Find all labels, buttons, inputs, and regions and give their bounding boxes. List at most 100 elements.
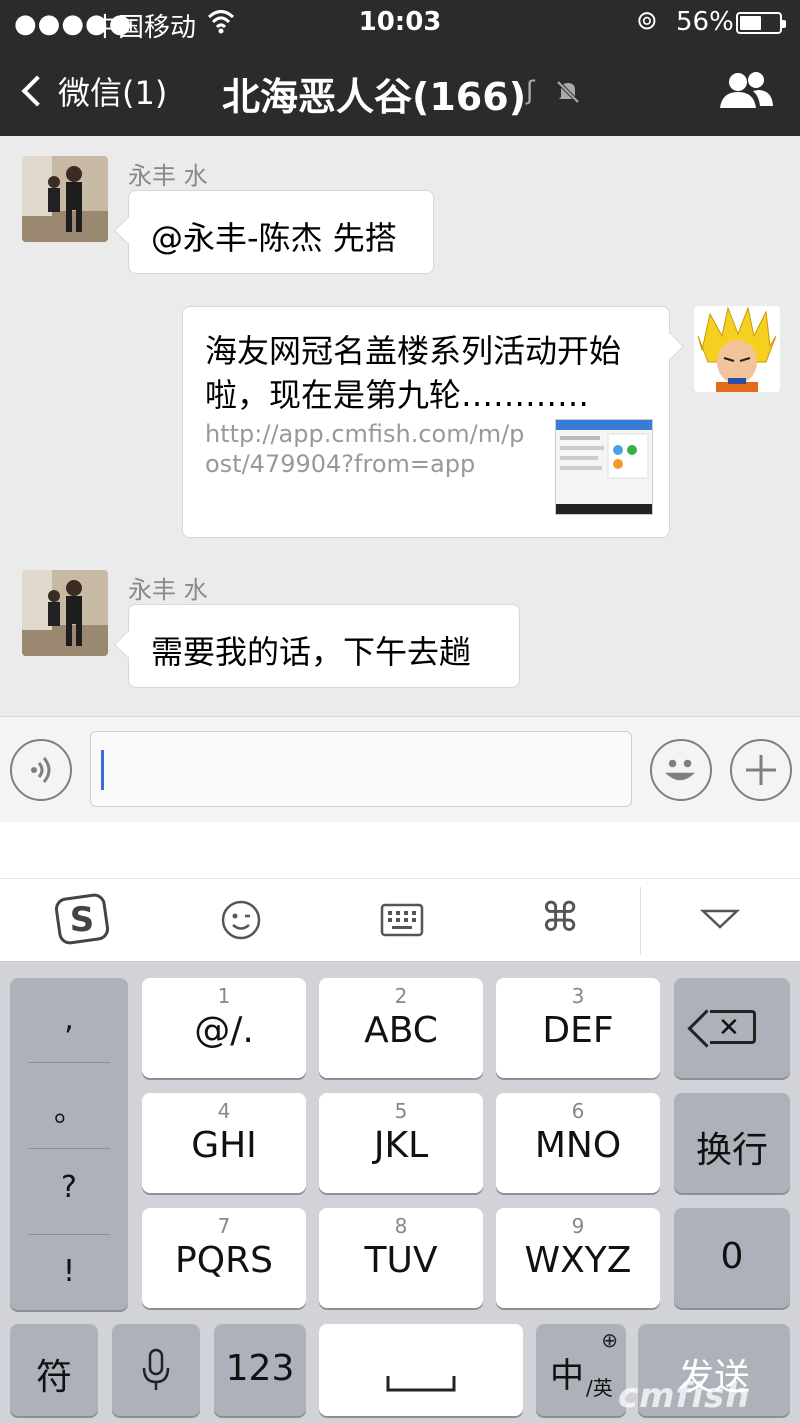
status-bar: ●●●●● 中国移动 10:03 ⊚ 56% <box>0 0 800 44</box>
battery-nub <box>782 20 786 28</box>
thumbnail-image <box>556 420 652 514</box>
punctuation-column[interactable]: , 。 ? ! <box>10 978 128 1310</box>
key-1[interactable]: 1 @/. <box>142 978 306 1078</box>
key-digit: 1 <box>217 984 231 1008</box>
voice-input-button[interactable] <box>10 739 72 801</box>
voice-key[interactable] <box>112 1324 200 1416</box>
battery-fill <box>740 16 761 30</box>
delete-key[interactable]: ✕ <box>674 978 790 1078</box>
key-letters: GHI <box>191 1125 257 1166</box>
key-6[interactable]: 6 MNO <box>496 1093 660 1193</box>
link-thumbnail <box>555 419 653 515</box>
punct-exclaim-key[interactable]: ! <box>10 1254 128 1289</box>
key-digit: 2 <box>394 984 408 1008</box>
avatar-photo <box>22 156 108 242</box>
link-card[interactable]: 海友网冠名盖楼系列活动开始啦，现在是第九轮………… http://app.cmf… <box>182 306 670 538</box>
command-icon[interactable]: ⌘ <box>540 895 580 941</box>
collapse-keyboard-icon[interactable] <box>700 907 740 931</box>
language-main: 中 <box>550 1356 584 1396</box>
chat-title: 北海恶人谷(166) <box>222 75 527 119</box>
toolbar-divider <box>640 887 641 955</box>
message-text: 需要我的话，下午去趟 <box>151 633 472 671</box>
input-bar <box>0 716 800 822</box>
emoji-icon <box>665 759 696 781</box>
symbols-label: 符 <box>35 1357 72 1398</box>
plus-icon <box>746 755 776 785</box>
backspace-icon: ✕ <box>710 1010 756 1044</box>
key-7[interactable]: 7 PQRS <box>142 1208 306 1308</box>
symbols-key[interactable]: 符 <box>10 1324 98 1416</box>
language-sub: /英 <box>586 1376 613 1400</box>
message-bubble[interactable]: 需要我的话，下午去趟 <box>128 604 520 688</box>
keyboard: , 。 ? ! 1 @/. 2 ABC 3 DEF ✕ 4 GHI 5 JKL … <box>0 962 800 1423</box>
key-letters: WXYZ <box>524 1240 632 1281</box>
keyboard-icon[interactable] <box>380 903 424 937</box>
muted-bell-icon <box>556 80 580 104</box>
avatar-photo <box>22 570 108 656</box>
newline-label: 换行 <box>695 1130 768 1171</box>
svg-text:S: S <box>70 900 95 940</box>
nav-bar: 微信(1) 北海恶人谷(166) ʃ <box>0 44 800 136</box>
chat-area[interactable]: 永丰 水 @永丰-陈杰 先搭 海友网冠名盖楼系列活动开始啦，现在是第九轮…………… <box>0 136 800 716</box>
key-letters: PQRS <box>175 1240 273 1281</box>
text-cursor <box>101 750 104 790</box>
punct-separator <box>28 1234 110 1235</box>
avatar-cartoon <box>694 306 780 392</box>
key-letters: ABC <box>364 1010 438 1051</box>
globe-icon: ⊕ <box>601 1328 618 1352</box>
avatar[interactable] <box>22 156 108 242</box>
my-avatar[interactable] <box>694 306 780 392</box>
numbers-label: 123 <box>225 1348 295 1389</box>
message-text: @永丰-陈杰 先搭 <box>151 219 397 257</box>
key-digit: 6 <box>571 1099 585 1123</box>
group-members-icon[interactable] <box>718 70 774 110</box>
key-digit: 5 <box>394 1099 408 1123</box>
punct-question-key[interactable]: ? <box>10 1170 128 1205</box>
voice-input-icon <box>31 757 51 783</box>
message-input[interactable] <box>90 731 632 807</box>
sogou-logo-icon[interactable]: S <box>54 891 110 947</box>
punct-period-key[interactable]: 。 <box>10 1086 128 1130</box>
key-4[interactable]: 4 GHI <box>142 1093 306 1193</box>
battery-percent: 56% <box>676 7 734 37</box>
key-2[interactable]: 2 ABC <box>319 978 483 1078</box>
watermark: cmfish <box>618 1376 751 1416</box>
key-3[interactable]: 3 DEF <box>496 978 660 1078</box>
orientation-lock-icon: ⊚ <box>636 6 658 36</box>
key-8[interactable]: 8 TUV <box>319 1208 483 1308</box>
key-digit: 4 <box>217 1099 231 1123</box>
candidate-strip <box>0 822 800 878</box>
punct-separator <box>28 1062 110 1063</box>
key-letters: JKL <box>373 1125 429 1166</box>
space-bar-icon <box>386 1376 456 1392</box>
avatar[interactable] <box>22 570 108 656</box>
punct-separator <box>28 1148 110 1149</box>
key-9[interactable]: 9 WXYZ <box>496 1208 660 1308</box>
emoji-button[interactable] <box>650 739 712 801</box>
key-digit: 3 <box>571 984 585 1008</box>
battery-icon <box>736 12 786 34</box>
message-bubble[interactable]: @永丰-陈杰 先搭 <box>128 190 434 274</box>
keyboard-toolbar: S ⌘ <box>0 878 800 962</box>
earpiece-icon: ʃ <box>526 76 535 106</box>
sender-name: 永丰 水 <box>128 162 208 190</box>
key-digit: 9 <box>571 1214 585 1238</box>
language-switch-key[interactable]: ⊕ 中 /英 <box>536 1324 626 1416</box>
key-5[interactable]: 5 JKL <box>319 1093 483 1193</box>
numbers-key[interactable]: 123 <box>214 1324 306 1416</box>
punct-comma-key[interactable]: , <box>10 1002 128 1037</box>
space-key[interactable] <box>319 1324 523 1416</box>
zero-key[interactable]: 0 <box>674 1208 790 1308</box>
chevron-left-icon <box>21 75 53 107</box>
newline-key[interactable]: 换行 <box>674 1093 790 1193</box>
key-letters: DEF <box>542 1010 614 1051</box>
key-letters: TUV <box>364 1240 438 1281</box>
key-letters: @/. <box>194 1010 254 1051</box>
link-url: http://app.cmfish.com/m/post/479904?from… <box>205 420 525 478</box>
more-button[interactable] <box>730 739 792 801</box>
zero-label: 0 <box>720 1236 744 1277</box>
emoticon-icon[interactable] <box>220 899 262 941</box>
back-button[interactable]: 微信(1) <box>20 68 167 114</box>
microphone-icon <box>142 1348 170 1390</box>
key-digit: 8 <box>394 1214 408 1238</box>
